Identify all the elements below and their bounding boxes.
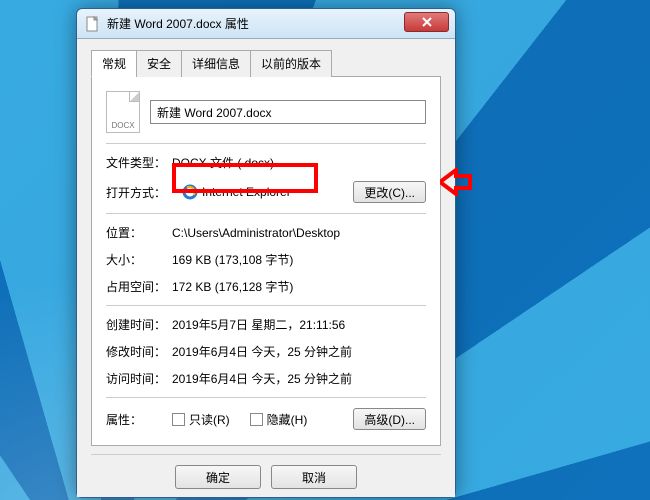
attributes-label: 属性： xyxy=(106,411,172,428)
cancel-button[interactable]: 取消 xyxy=(271,465,357,489)
modified-row: 修改时间： 2019年6月4日 今天，25 分钟之前 xyxy=(106,343,426,360)
tab-details[interactable]: 详细信息 xyxy=(181,50,251,77)
attributes-row: 属性： 只读(R) 隐藏(H) 高级(D)... xyxy=(106,408,426,430)
divider xyxy=(106,305,426,306)
size-on-disk-row: 占用空间： 172 KB (176,128 字节) xyxy=(106,278,426,295)
titlebar[interactable]: 新建 Word 2007.docx 属性 xyxy=(77,9,455,39)
openwith-row: 打开方式： Internet Explorer 更改(C)... xyxy=(106,181,426,203)
tab-previous-versions[interactable]: 以前的版本 xyxy=(250,50,332,77)
size-label: 大小： xyxy=(106,251,172,268)
created-value: 2019年5月7日 星期二，21:11:56 xyxy=(172,316,426,333)
checkbox-box xyxy=(250,413,263,426)
accessed-label: 访问时间： xyxy=(106,370,172,387)
accessed-row: 访问时间： 2019年6月4日 今天，25 分钟之前 xyxy=(106,370,426,387)
tab-strip: 常规 安全 详细信息 以前的版本 xyxy=(91,49,441,77)
tab-security[interactable]: 安全 xyxy=(136,50,182,77)
divider xyxy=(106,213,426,214)
filename-input[interactable]: 新建 Word 2007.docx xyxy=(150,100,426,124)
window-icon xyxy=(85,16,101,32)
client-area: 常规 安全 详细信息 以前的版本 DOCX 新建 Word 2007.docx … xyxy=(77,39,455,497)
change-button[interactable]: 更改(C)... xyxy=(353,181,426,203)
openwith-app-name: Internet Explorer xyxy=(202,185,291,199)
file-row: DOCX 新建 Word 2007.docx xyxy=(106,91,426,133)
hidden-checkbox[interactable]: 隐藏(H) xyxy=(250,411,308,428)
location-label: 位置： xyxy=(106,224,172,241)
filetype-label: 文件类型： xyxy=(106,154,172,171)
location-row: 位置： C:\Users\Administrator\Desktop xyxy=(106,224,426,241)
divider xyxy=(106,397,426,398)
window-title: 新建 Word 2007.docx 属性 xyxy=(107,15,404,32)
ie-icon xyxy=(182,184,198,200)
size-row: 大小： 169 KB (173,108 字节) xyxy=(106,251,426,268)
tab-general[interactable]: 常规 xyxy=(91,50,137,77)
advanced-button[interactable]: 高级(D)... xyxy=(353,408,426,430)
checkbox-box xyxy=(172,413,185,426)
hidden-label: 隐藏(H) xyxy=(267,411,308,428)
close-button[interactable] xyxy=(404,12,449,32)
modified-label: 修改时间： xyxy=(106,343,172,360)
size-value: 169 KB (173,108 字节) xyxy=(172,251,426,268)
properties-dialog: 新建 Word 2007.docx 属性 常规 安全 详细信息 以前的版本 DO… xyxy=(76,8,456,498)
ok-button[interactable]: 确定 xyxy=(175,465,261,489)
general-panel: DOCX 新建 Word 2007.docx 文件类型： DOCX 文件 (.d… xyxy=(91,77,441,446)
created-row: 创建时间： 2019年5月7日 星期二，21:11:56 xyxy=(106,316,426,333)
openwith-label: 打开方式： xyxy=(106,184,172,201)
readonly-checkbox[interactable]: 只读(R) xyxy=(172,411,230,428)
filetype-row: 文件类型： DOCX 文件 (.docx) xyxy=(106,154,426,171)
filename-text: 新建 Word 2007.docx xyxy=(157,104,272,121)
filetype-value: DOCX 文件 (.docx) xyxy=(172,154,426,171)
file-icon: DOCX xyxy=(106,91,140,133)
modified-value: 2019年6月4日 今天，25 分钟之前 xyxy=(172,343,426,360)
dialog-footer: 确定 取消 xyxy=(91,454,441,489)
file-icon-ext: DOCX xyxy=(111,121,134,130)
accessed-value: 2019年6月4日 今天，25 分钟之前 xyxy=(172,370,426,387)
divider xyxy=(106,143,426,144)
size-on-disk-label: 占用空间： xyxy=(106,278,172,295)
size-on-disk-value: 172 KB (176,128 字节) xyxy=(172,278,426,295)
close-icon xyxy=(421,16,433,28)
location-value: C:\Users\Administrator\Desktop xyxy=(172,226,426,240)
openwith-app: Internet Explorer xyxy=(178,182,295,202)
created-label: 创建时间： xyxy=(106,316,172,333)
readonly-label: 只读(R) xyxy=(189,411,230,428)
